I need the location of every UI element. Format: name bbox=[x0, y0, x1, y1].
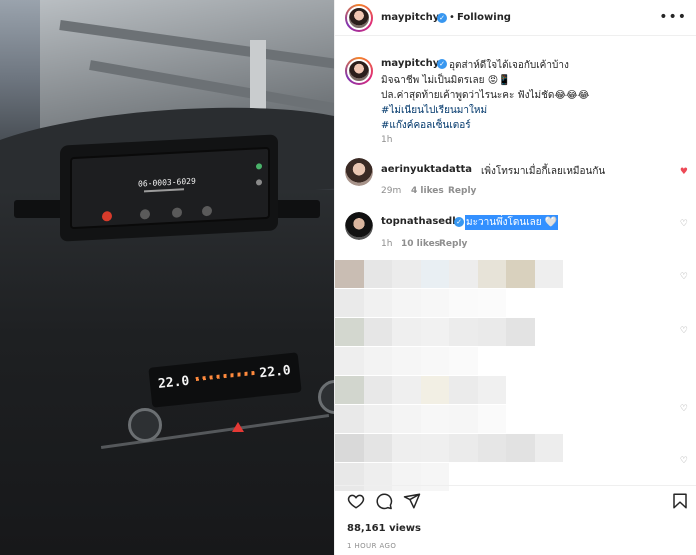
caption-line: ปล.ค่าสุดท้ายเค้าพูดว่าไรนะคะ ฟังไม่ชัด😂… bbox=[381, 90, 590, 101]
pixelated-comment bbox=[335, 434, 575, 462]
car-display: 06-0003-6029 bbox=[70, 146, 270, 230]
author-username[interactable]: maypitchy bbox=[381, 12, 439, 23]
pixelated-comment bbox=[335, 376, 575, 404]
comment-like-heart-icon[interactable]: ♡ bbox=[680, 272, 688, 282]
heart-icon[interactable] bbox=[347, 492, 365, 510]
verified-badge-icon: ✓ bbox=[437, 13, 447, 23]
comment-time[interactable]: 1h bbox=[381, 239, 392, 249]
comment-reply-button[interactable]: Reply bbox=[439, 239, 467, 249]
temp-left: 22.0 bbox=[157, 373, 191, 392]
comment-reply-button[interactable]: Reply bbox=[448, 186, 476, 196]
verified-badge-icon: ✓ bbox=[437, 59, 447, 69]
commenter-avatar[interactable] bbox=[345, 212, 373, 240]
comment-likes-text: 4 likes bbox=[411, 186, 444, 196]
pixelated-comment bbox=[335, 289, 575, 317]
pixelated-comment bbox=[335, 405, 575, 433]
comment-like-heart-icon[interactable]: ♡ bbox=[680, 326, 688, 336]
paper-plane-icon[interactable] bbox=[403, 492, 421, 510]
reply-label: Reply bbox=[439, 239, 468, 249]
verified-badge-icon: ✓ bbox=[454, 217, 464, 227]
pixelated-comment bbox=[335, 318, 575, 346]
post-header: maypitchy ✓ • Following ••• bbox=[335, 0, 696, 36]
comment-text: มะวานพึ่งโดนเลย 🤍 bbox=[465, 215, 559, 230]
avatar-image bbox=[347, 6, 371, 30]
screen-subtitle bbox=[144, 188, 184, 193]
carplay-icon bbox=[256, 179, 262, 186]
climate-indicators bbox=[195, 370, 256, 382]
temp-right: 22.0 bbox=[258, 363, 292, 382]
avatar-image bbox=[347, 59, 371, 83]
view-count[interactable]: 88,161 views bbox=[347, 523, 421, 534]
comment-like-heart-icon[interactable]: ♡ bbox=[680, 404, 688, 414]
comment-username[interactable]: topnathasedh bbox=[381, 216, 459, 227]
pixelated-comment bbox=[335, 260, 575, 288]
post-timestamp[interactable]: 1 HOUR AGO bbox=[347, 542, 396, 550]
screen-phone-number: 06-0003-6029 bbox=[138, 176, 196, 189]
bookmark-icon[interactable] bbox=[671, 492, 689, 510]
more-horizontal-icon[interactable]: ••• bbox=[659, 9, 687, 25]
hashtag-link[interactable]: #ไม่เนียนไปเรียนมาใหม่ bbox=[381, 103, 487, 118]
caption-avatar[interactable] bbox=[345, 57, 373, 85]
separator-dot: • bbox=[449, 12, 455, 23]
comment-likes[interactable]: 4 likes bbox=[411, 186, 444, 196]
speaker-icon bbox=[202, 205, 212, 217]
pixelated-comment bbox=[335, 347, 575, 375]
author-avatar[interactable] bbox=[345, 4, 373, 32]
following-button[interactable]: Following bbox=[457, 12, 511, 23]
caption-username[interactable]: maypitchy bbox=[381, 58, 439, 69]
comment-likes-text: 10 likes bbox=[401, 239, 441, 249]
keypad-icon bbox=[172, 207, 182, 218]
comment-likes[interactable]: 10 likes bbox=[401, 239, 440, 249]
comment-username[interactable]: aerinyuktadatta bbox=[381, 164, 472, 175]
volume-knob bbox=[128, 408, 162, 442]
avatar-image bbox=[345, 158, 373, 186]
mute-icon bbox=[140, 209, 150, 220]
hazard-icon bbox=[232, 422, 244, 432]
caption-line: อุตส่าห์ดีใจได้เจอกับเค้าบ้าง bbox=[449, 60, 569, 71]
caption-line: มิจฉาชีพ ไม่เป็นมิตรเลย 😡📱 bbox=[381, 75, 511, 86]
post-actions bbox=[335, 485, 696, 513]
hashtag-link[interactable]: #แก๊งค์คอลเซ็นเตอร์ bbox=[381, 118, 471, 133]
post-side-panel: maypitchy ✓ • Following ••• maypitchy ✓ … bbox=[334, 0, 696, 555]
reply-label: Reply bbox=[448, 186, 477, 196]
avatar-image bbox=[345, 212, 373, 240]
post-video[interactable]: 06-0003-6029 22.0 22.0 bbox=[0, 0, 334, 555]
end-call-icon bbox=[102, 211, 112, 222]
carplay-icon bbox=[256, 163, 262, 170]
caption-time[interactable]: 1h bbox=[381, 135, 392, 145]
comment-text: เพิ่งโทรมาเมื่อกี้เลยเหมือนกัน bbox=[481, 166, 606, 177]
author-username-text: maypitchy bbox=[381, 12, 440, 23]
comment-like-heart-icon[interactable]: ♡ bbox=[680, 219, 688, 229]
commenter-avatar[interactable] bbox=[345, 158, 373, 186]
comment-icon[interactable] bbox=[375, 492, 393, 510]
comment-time[interactable]: 29m bbox=[381, 186, 401, 196]
comment-like-heart-icon[interactable]: ♡ bbox=[680, 456, 688, 466]
comment-like-heart-icon[interactable]: ♥ bbox=[680, 167, 688, 177]
